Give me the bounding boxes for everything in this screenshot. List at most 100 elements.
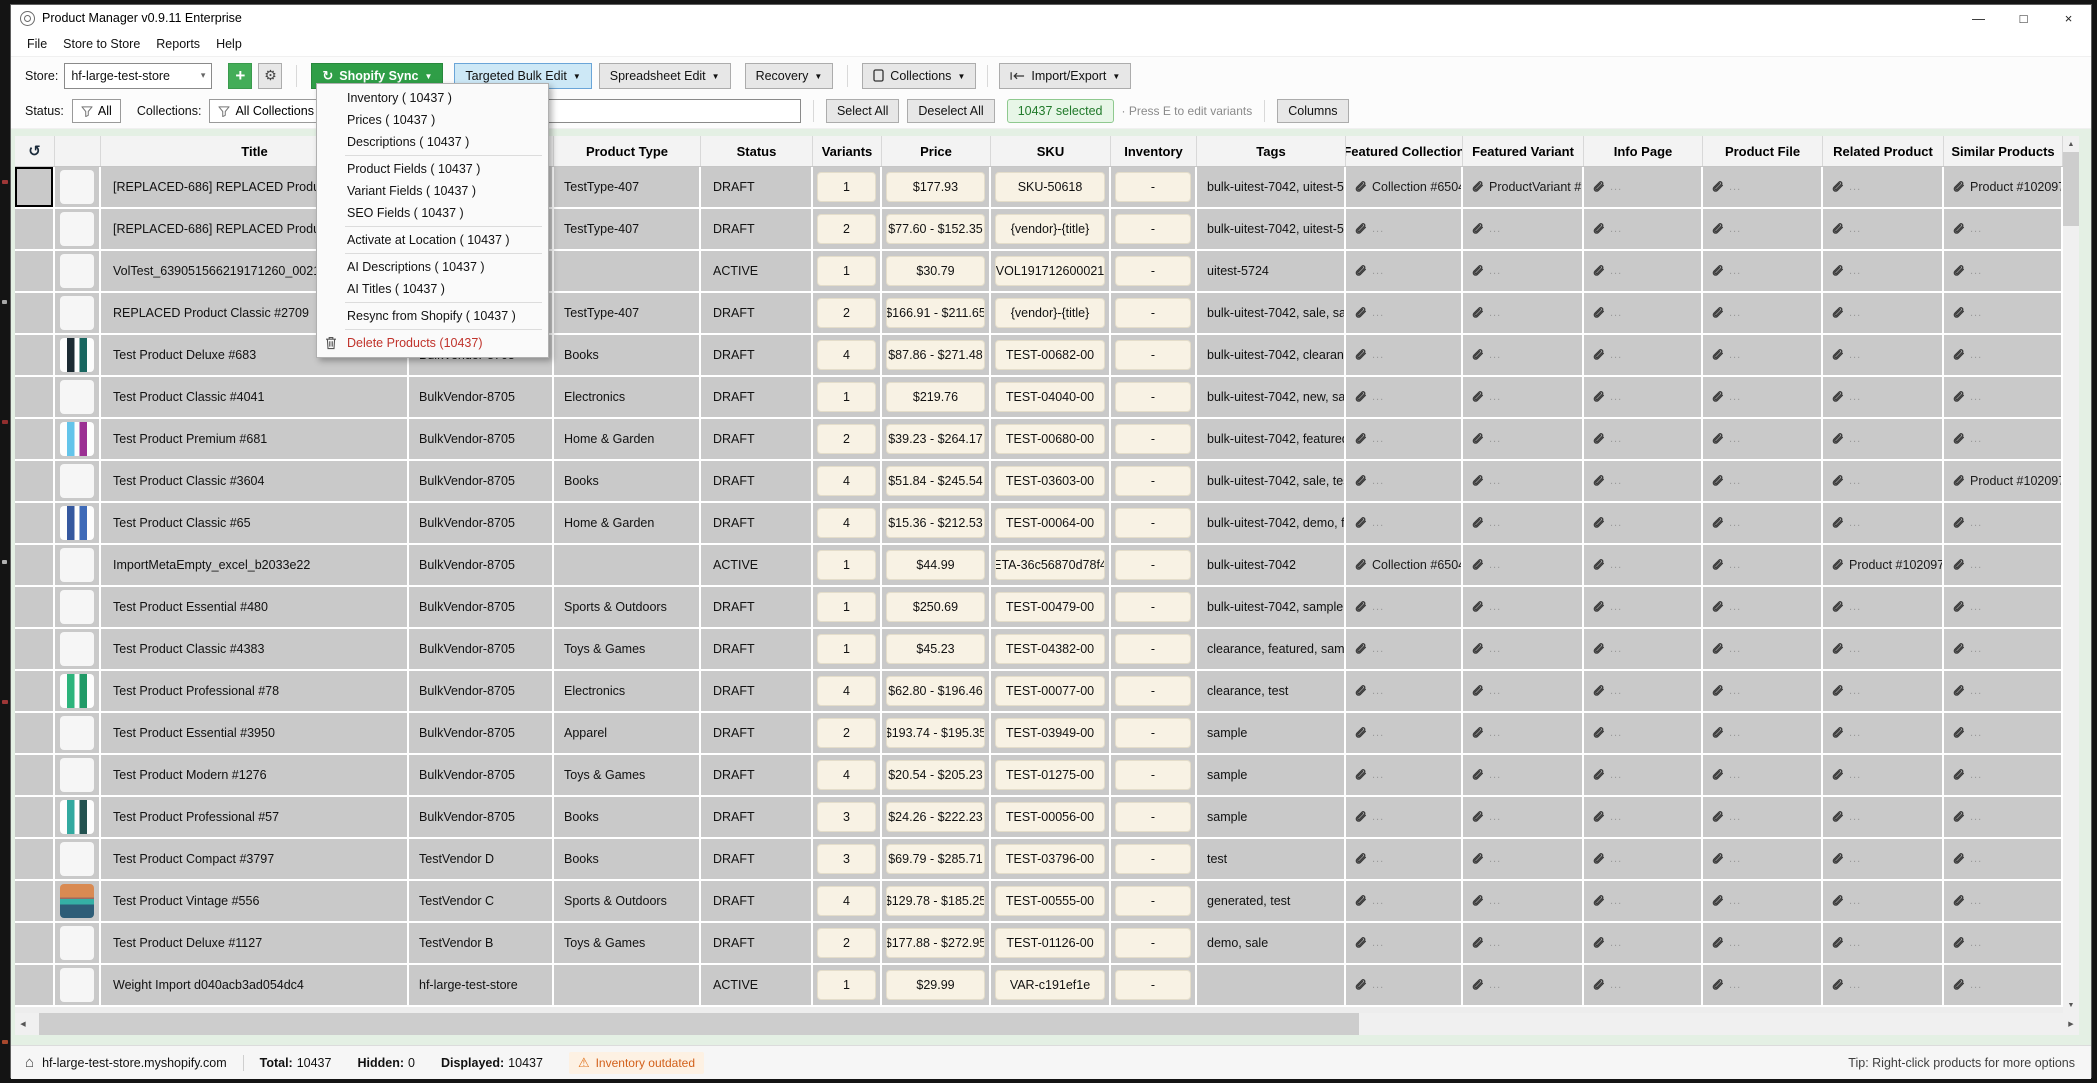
cell-product-file[interactable]: ... — [1703, 797, 1823, 837]
sku-value-box[interactable]: TEST-03603-00 — [995, 466, 1105, 496]
cell-related-product[interactable]: ... — [1823, 629, 1944, 669]
price-value-box[interactable]: $62.80 - $196.46 — [886, 676, 985, 706]
cell-featured-collection[interactable]: ... — [1346, 881, 1463, 921]
cell-featured-variant[interactable]: ... — [1463, 503, 1584, 543]
cell-featured-collection[interactable]: ... — [1346, 335, 1463, 375]
cell-featured-collection[interactable]: Collection #6504 — [1346, 545, 1463, 585]
cell-info-page[interactable]: ... — [1584, 965, 1703, 1005]
menu-item-help[interactable]: Help — [208, 33, 250, 55]
cell-featured-collection[interactable]: ... — [1346, 839, 1463, 879]
scroll-left-arrow-icon[interactable]: ◀ — [15, 1016, 31, 1032]
inventory-value-box[interactable]: - — [1115, 424, 1191, 454]
row-selector-cell[interactable] — [15, 293, 55, 333]
cell-similar-products[interactable]: ... — [1944, 671, 2063, 711]
sku-value-box[interactable]: TEST-00064-00 — [995, 508, 1105, 538]
product-image-cell[interactable] — [55, 755, 101, 795]
cell-product-file[interactable]: ... — [1703, 251, 1823, 291]
cell-featured-collection[interactable]: Collection #6504 — [1346, 167, 1463, 207]
select-all-button[interactable]: Select All — [826, 99, 899, 123]
cell-info-page[interactable]: ... — [1584, 335, 1703, 375]
inventory-value-box[interactable]: - — [1115, 634, 1191, 664]
cell-featured-variant[interactable]: ... — [1463, 965, 1584, 1005]
row-selector-cell[interactable] — [15, 671, 55, 711]
cell-similar-products[interactable]: ... — [1944, 335, 2063, 375]
cell-similar-products[interactable]: ... — [1944, 503, 2063, 543]
cell-related-product[interactable]: ... — [1823, 419, 1944, 459]
sku-value-box[interactable]: TEST-04382-00 — [995, 634, 1105, 664]
cell-info-page[interactable]: ... — [1584, 839, 1703, 879]
product-thumbnail-empty[interactable] — [60, 926, 94, 960]
cell-featured-collection[interactable]: ... — [1346, 251, 1463, 291]
column-header-image[interactable] — [55, 136, 101, 166]
cell-similar-products[interactable]: ... — [1944, 629, 2063, 669]
inventory-value-box[interactable]: - — [1115, 928, 1191, 958]
minimize-button[interactable]: — — [1956, 5, 2001, 31]
cell-info-page[interactable]: ... — [1584, 755, 1703, 795]
cell-featured-variant[interactable]: ... — [1463, 293, 1584, 333]
price-value-box[interactable]: $166.91 - $211.65 — [886, 298, 985, 328]
product-image-cell[interactable] — [55, 251, 101, 291]
row-selector-cell[interactable] — [15, 713, 55, 753]
cell-featured-variant[interactable]: ... — [1463, 587, 1584, 627]
menu-item-store-to-store[interactable]: Store to Store — [55, 33, 148, 55]
cell-info-page[interactable]: ... — [1584, 881, 1703, 921]
menu-item-reports[interactable]: Reports — [148, 33, 208, 55]
price-value-box[interactable]: $45.23 — [886, 634, 985, 664]
scroll-right-arrow-icon[interactable]: ▶ — [2063, 1016, 2079, 1032]
price-value-box[interactable]: $20.54 - $205.23 — [886, 760, 985, 790]
inventory-value-box[interactable]: - — [1115, 382, 1191, 412]
cell-info-page[interactable]: ... — [1584, 545, 1703, 585]
cell-featured-collection[interactable]: ... — [1346, 419, 1463, 459]
price-value-box[interactable]: $87.86 - $271.48 — [886, 340, 985, 370]
product-thumbnail-empty[interactable] — [60, 968, 94, 1002]
sku-value-box[interactable]: {vendor}-{title} — [995, 298, 1105, 328]
price-value-box[interactable]: $15.36 - $212.53 — [886, 508, 985, 538]
product-thumbnail[interactable] — [60, 800, 94, 834]
cell-info-page[interactable]: ... — [1584, 167, 1703, 207]
table-row[interactable]: Test Product Modern #1276BulkVendor-8705… — [15, 755, 2063, 797]
cell-info-page[interactable]: ... — [1584, 503, 1703, 543]
row-selector-cell[interactable] — [15, 461, 55, 501]
cell-featured-variant[interactable]: ... — [1463, 713, 1584, 753]
cell-featured-collection[interactable]: ... — [1346, 503, 1463, 543]
column-header-status[interactable]: Status — [701, 136, 813, 166]
cell-product-file[interactable]: ... — [1703, 209, 1823, 249]
cell-product-file[interactable]: ... — [1703, 713, 1823, 753]
product-thumbnail-empty[interactable] — [60, 758, 94, 792]
variants-value-box[interactable]: 4 — [817, 466, 876, 496]
deselect-all-button[interactable]: Deselect All — [907, 99, 994, 123]
menu-item-inventory-10437[interactable]: Inventory ( 10437 ) — [317, 87, 548, 109]
cell-featured-variant[interactable]: ... — [1463, 335, 1584, 375]
sku-value-box[interactable]: ETA-36c56870d78f4 — [995, 550, 1105, 580]
cell-product-file[interactable]: ... — [1703, 293, 1823, 333]
product-thumbnail-empty[interactable] — [60, 212, 94, 246]
cell-product-file[interactable]: ... — [1703, 755, 1823, 795]
settings-button[interactable]: ⚙ — [258, 63, 282, 89]
cell-related-product[interactable]: ... — [1823, 377, 1944, 417]
menu-item-prices-10437[interactable]: Prices ( 10437 ) — [317, 109, 548, 131]
column-header-variants[interactable]: Variants — [813, 136, 882, 166]
column-header-type[interactable]: Product Type — [554, 136, 701, 166]
vertical-scrollbar-thumb[interactable] — [2063, 152, 2079, 226]
inventory-value-box[interactable]: - — [1115, 340, 1191, 370]
variants-value-box[interactable]: 1 — [817, 550, 876, 580]
cell-info-page[interactable]: ... — [1584, 587, 1703, 627]
cell-info-page[interactable]: ... — [1584, 629, 1703, 669]
column-header-info_page[interactable]: Info Page — [1584, 136, 1703, 166]
cell-related-product[interactable]: ... — [1823, 797, 1944, 837]
product-thumbnail[interactable] — [60, 884, 94, 918]
product-thumbnail-empty[interactable] — [60, 632, 94, 666]
vertical-scrollbar[interactable]: ▲ ▼ — [2063, 136, 2079, 1013]
product-thumbnail[interactable] — [60, 506, 94, 540]
cell-related-product[interactable]: ... — [1823, 587, 1944, 627]
inventory-value-box[interactable]: - — [1115, 466, 1191, 496]
row-selector-cell[interactable] — [15, 881, 55, 921]
sku-value-box[interactable]: VOL191712600021 — [995, 256, 1105, 286]
menu-item-ai-titles-10437[interactable]: AI Titles ( 10437 ) — [317, 278, 548, 300]
cell-product-file[interactable]: ... — [1703, 923, 1823, 963]
sku-value-box[interactable]: TEST-04040-00 — [995, 382, 1105, 412]
table-row[interactable]: Test Product Premium #681BulkVendor-8705… — [15, 419, 2063, 461]
cell-similar-products[interactable]: ... — [1944, 545, 2063, 585]
inventory-value-box[interactable]: - — [1115, 592, 1191, 622]
cell-product-file[interactable]: ... — [1703, 881, 1823, 921]
